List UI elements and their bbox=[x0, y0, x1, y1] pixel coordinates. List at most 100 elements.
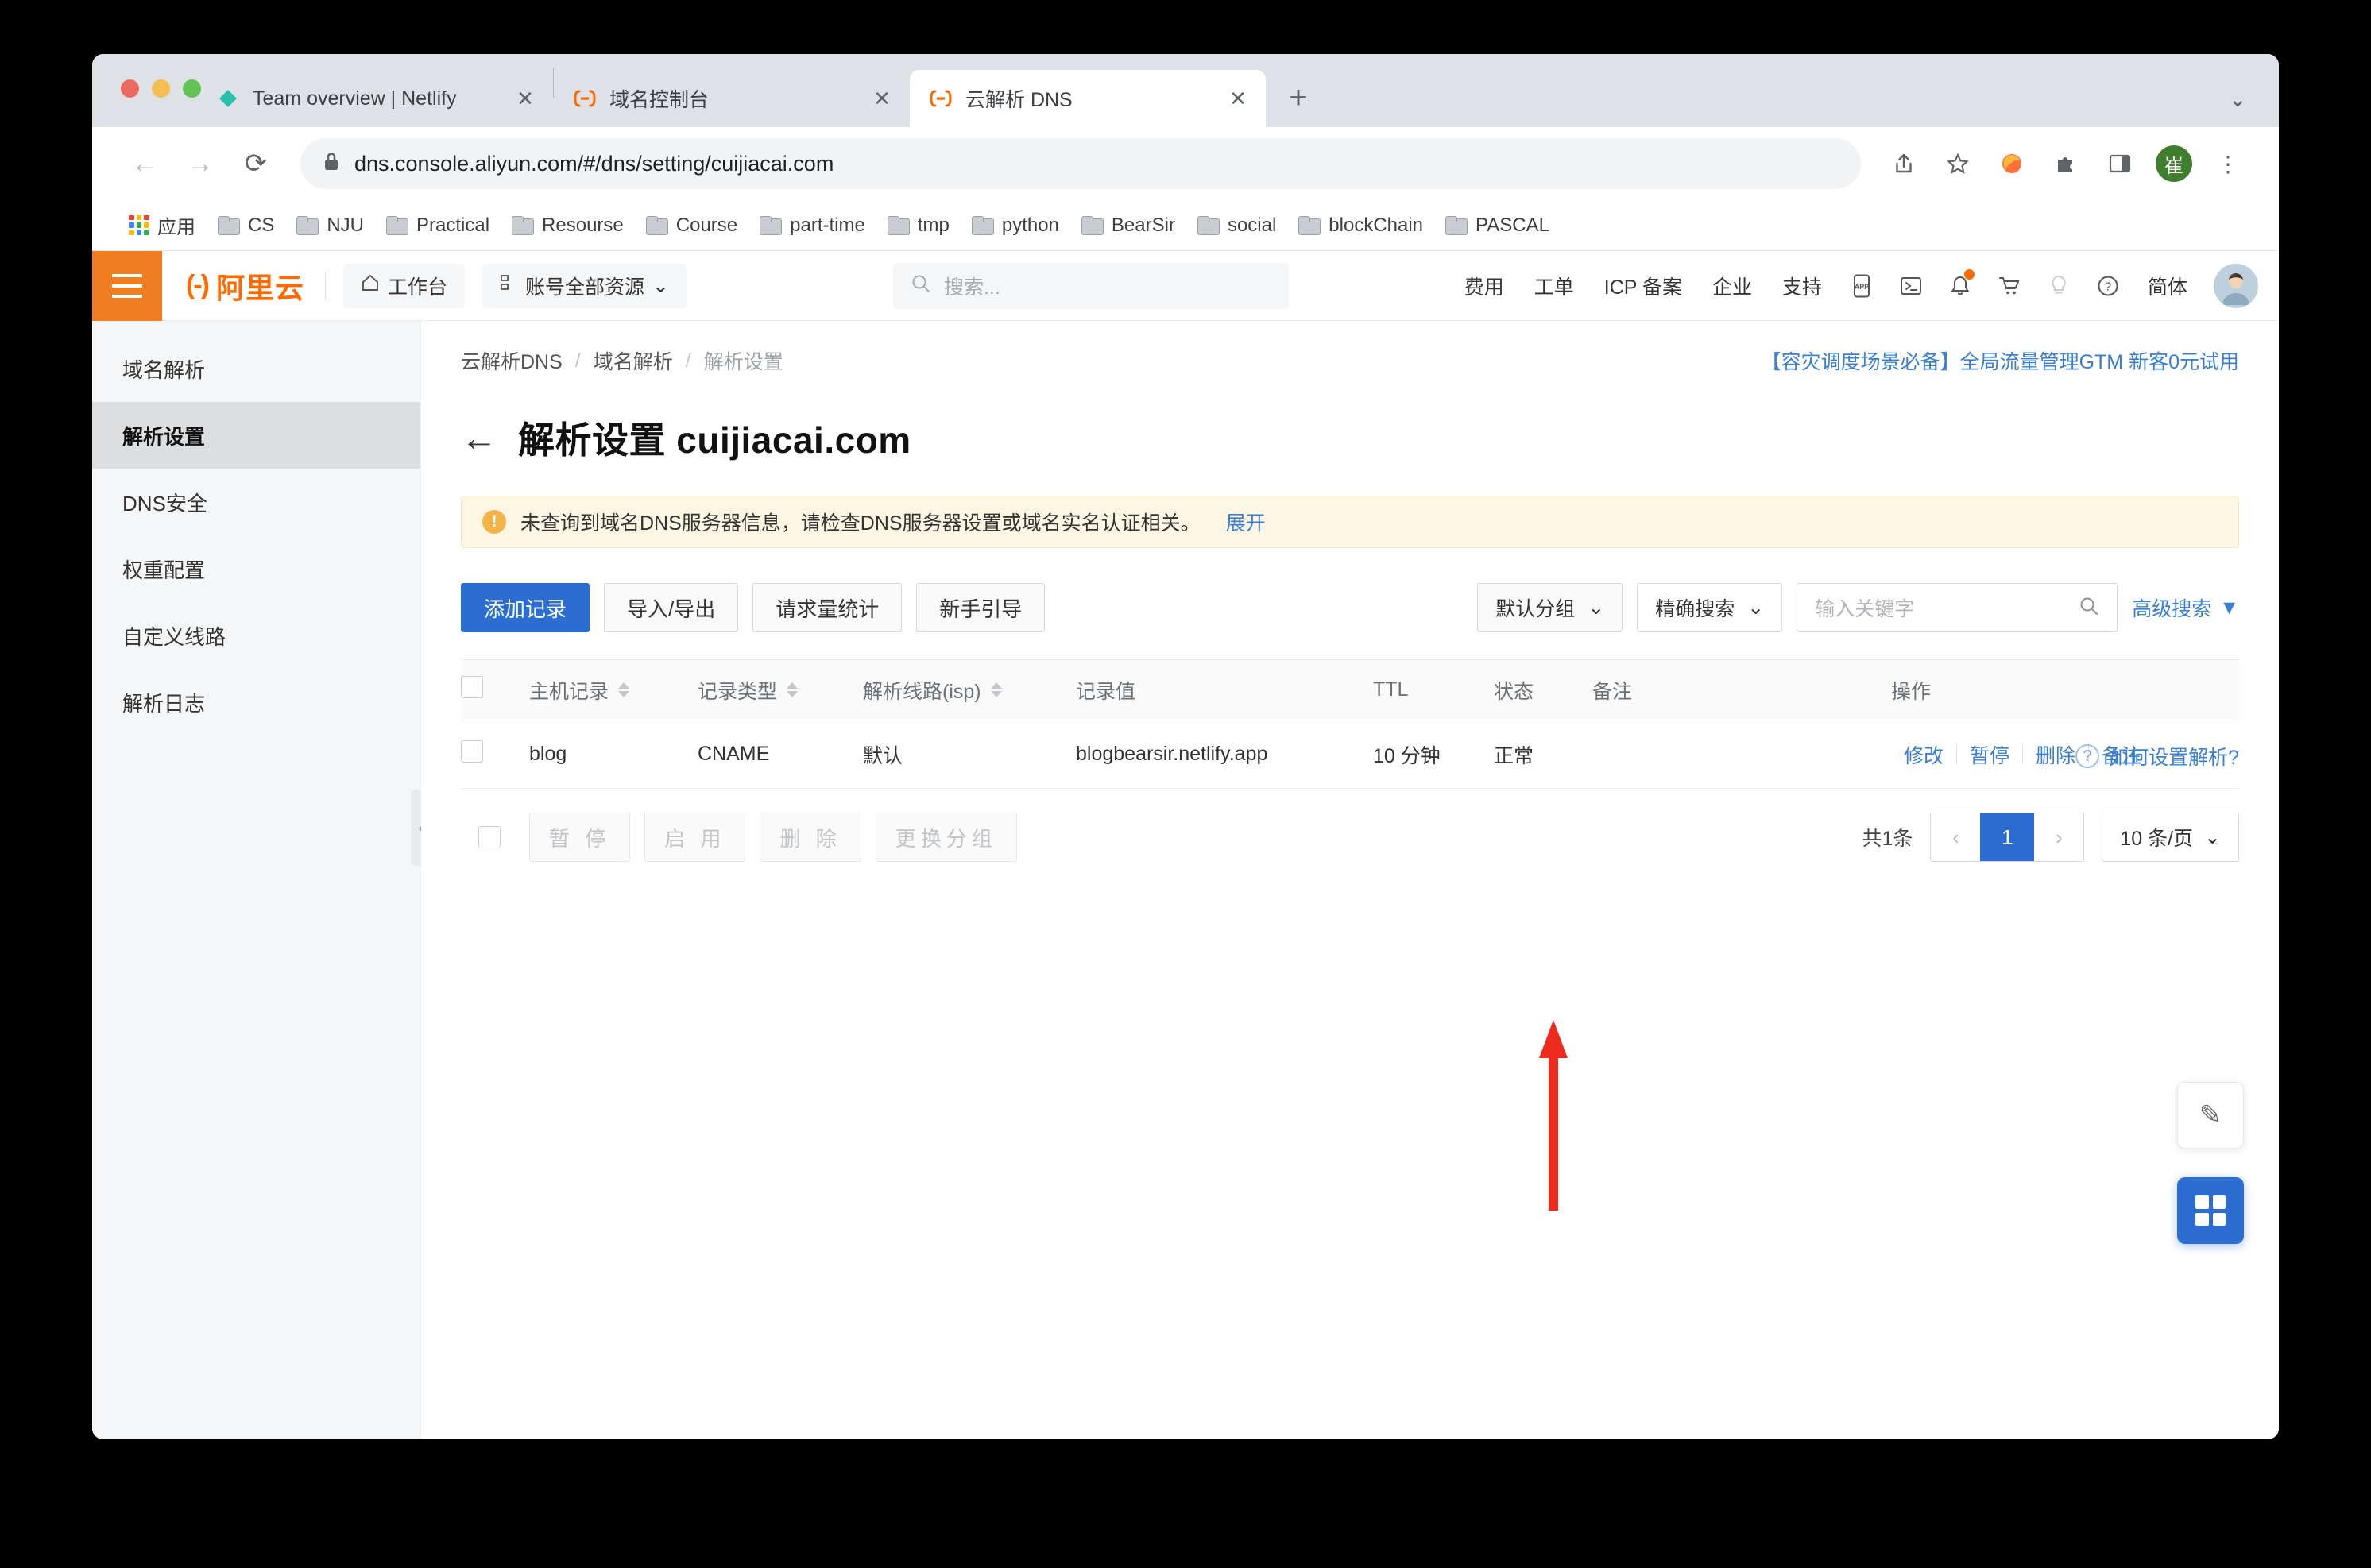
sort-icon[interactable] bbox=[787, 682, 798, 697]
bookmark-social[interactable]: social bbox=[1188, 208, 1286, 243]
search-icon[interactable] bbox=[2079, 596, 2099, 620]
bookmark-blockchain[interactable]: blockChain bbox=[1289, 208, 1433, 243]
bookmark-resourse[interactable]: Resourse bbox=[502, 208, 633, 243]
group-select[interactable]: 默认分组 ⌄ bbox=[1477, 583, 1623, 632]
sidebar-icon[interactable] bbox=[2096, 140, 2144, 187]
puzzle-icon[interactable] bbox=[2042, 140, 2090, 187]
star-icon[interactable] bbox=[1934, 140, 1982, 187]
close-window-button[interactable] bbox=[121, 79, 139, 98]
bookmark-tmp[interactable]: tmp bbox=[878, 208, 959, 243]
sidebar-item-custom-line[interactable]: 自定义线路 bbox=[92, 602, 420, 669]
address-bar[interactable]: dns.console.aliyun.com/#/dns/setting/cui… bbox=[300, 138, 1861, 189]
sidebar-item-weight-config[interactable]: 权重配置 bbox=[92, 535, 420, 602]
help-icon[interactable]: ? bbox=[2083, 261, 2133, 311]
forward-button[interactable]: → bbox=[175, 138, 226, 189]
minimize-window-button[interactable] bbox=[152, 79, 170, 98]
how-to-configure-link[interactable]: ? 如何设置解析? bbox=[2075, 742, 2239, 770]
keyword-search-input[interactable]: 输入关键字 bbox=[1797, 583, 2118, 632]
bulk-delete-button[interactable]: 删 除 bbox=[760, 813, 861, 862]
bookmark-python[interactable]: python bbox=[962, 208, 1069, 243]
firefox-extension-icon[interactable] bbox=[1988, 140, 2036, 187]
reload-button[interactable]: ⟳ bbox=[230, 138, 281, 189]
all-resources-dropdown[interactable]: 账号全部资源 ⌄ bbox=[482, 264, 687, 308]
request-stats-button[interactable]: 请求量统计 bbox=[752, 583, 902, 632]
bulk-pause-button[interactable]: 暂 停 bbox=[529, 813, 630, 862]
bookmark-course[interactable]: Course bbox=[636, 208, 747, 243]
cart-icon[interactable] bbox=[1985, 261, 2034, 311]
menu-toggle-button[interactable] bbox=[92, 251, 162, 321]
bulk-change-group-button[interactable]: 更换分组 bbox=[876, 813, 1017, 862]
edit-record-link[interactable]: 修改 bbox=[1891, 740, 1956, 769]
user-avatar[interactable] bbox=[2214, 264, 2258, 308]
sidebar-item-resolution-settings[interactable]: 解析设置 bbox=[92, 402, 420, 469]
sort-icon[interactable] bbox=[991, 682, 1002, 697]
bookmark-nju[interactable]: NJU bbox=[287, 208, 373, 243]
import-export-button[interactable]: 导入/导出 bbox=[604, 583, 738, 632]
bookmark-label: tmp bbox=[918, 214, 950, 237]
header-link-ticket[interactable]: 工单 bbox=[1519, 272, 1589, 300]
language-switcher[interactable]: 简体 bbox=[2133, 272, 2203, 300]
window-traffic-lights[interactable] bbox=[121, 79, 201, 98]
bookmark-bearsir[interactable]: BearSir bbox=[1072, 208, 1185, 243]
global-search-input[interactable]: 搜索... bbox=[893, 263, 1289, 309]
pause-record-link[interactable]: 暂停 bbox=[1957, 740, 2022, 769]
next-page-button[interactable]: › bbox=[2034, 813, 2083, 861]
browser-tab-dns-console[interactable]: 云解析 DNS ✕ bbox=[910, 70, 1266, 127]
sidebar-item-dns-security[interactable]: DNS安全 bbox=[92, 469, 420, 535]
close-tab-icon[interactable]: ✕ bbox=[867, 83, 897, 114]
browser-tab-netlify[interactable]: Team overview | Netlify ✕ bbox=[197, 70, 553, 127]
sidebar-item-domain-resolution[interactable]: 域名解析 bbox=[92, 335, 420, 402]
back-button[interactable]: ← bbox=[119, 138, 170, 189]
bookmark-cs[interactable]: CS bbox=[208, 208, 284, 243]
browser-menu-icon[interactable]: ⋮ bbox=[2204, 140, 2252, 187]
page-size-select[interactable]: 10 条/页 ⌄ bbox=[2102, 813, 2239, 862]
console-sidebar: 域名解析 解析设置 DNS安全 权重配置 自定义线路 解析日志 ‹ bbox=[92, 321, 421, 1439]
header-link-fee[interactable]: 费用 bbox=[1449, 272, 1519, 300]
expand-link[interactable]: 展开 bbox=[1226, 508, 1266, 536]
workbench-button[interactable]: 工作台 bbox=[343, 264, 465, 308]
col-value-label: 记录值 bbox=[1076, 681, 1135, 703]
bulk-select-checkbox[interactable] bbox=[478, 826, 501, 848]
table-row[interactable]: blog CNAME 默认 blogbearsir.netlify.app 10… bbox=[461, 720, 2239, 789]
bulk-enable-button[interactable]: 启 用 bbox=[644, 813, 745, 862]
console-body: 域名解析 解析设置 DNS安全 权重配置 自定义线路 解析日志 ‹ bbox=[92, 321, 2279, 1439]
match-mode-select[interactable]: 精确搜索 ⌄ bbox=[1637, 583, 1782, 632]
prev-page-button[interactable]: ‹ bbox=[1931, 813, 1980, 861]
bookmark-pascal[interactable]: PASCAL bbox=[1436, 208, 1559, 243]
header-link-enterprise[interactable]: 企业 bbox=[1697, 272, 1767, 300]
back-arrow-icon[interactable]: ← bbox=[461, 419, 497, 456]
close-tab-icon[interactable]: ✕ bbox=[510, 83, 540, 114]
select-all-checkbox[interactable] bbox=[461, 676, 483, 698]
breadcrumb-domain-resolution[interactable]: 域名解析 bbox=[594, 346, 673, 375]
col-host[interactable]: 主机记录 bbox=[529, 660, 698, 720]
profile-avatar[interactable]: 崔 bbox=[2150, 140, 2198, 187]
share-icon[interactable] bbox=[1880, 140, 1928, 187]
header-link-support[interactable]: 支持 bbox=[1767, 272, 1837, 300]
sidebar-item-resolution-log[interactable]: 解析日志 bbox=[92, 669, 420, 736]
col-line[interactable]: 解析线路(isp) bbox=[863, 660, 1076, 720]
add-record-button[interactable]: 添加记录 bbox=[461, 583, 590, 632]
chevron-down-icon[interactable]: ⌄ bbox=[2229, 86, 2247, 112]
bell-icon[interactable] bbox=[1936, 261, 1985, 311]
new-tab-button[interactable]: + bbox=[1275, 75, 1321, 121]
bookmark-part-time[interactable]: part-time bbox=[750, 208, 875, 243]
header-link-icp[interactable]: ICP 备案 bbox=[1589, 272, 1697, 300]
bookmark-apps[interactable]: 应用 bbox=[119, 205, 205, 245]
page-number-1[interactable]: 1 bbox=[1980, 813, 2034, 861]
sort-icon[interactable] bbox=[618, 682, 629, 697]
breadcrumb-root[interactable]: 云解析DNS bbox=[461, 346, 563, 375]
feedback-pencil-button[interactable]: ✎ bbox=[2177, 1082, 2244, 1149]
promo-banner-link[interactable]: 【容灾调度场景必备】全局流量管理GTM 新客0元试用 bbox=[1762, 346, 2239, 375]
app-icon[interactable]: APP bbox=[1837, 261, 1886, 311]
aliyun-logo[interactable]: (-) 阿里云 bbox=[162, 265, 325, 307]
col-type[interactable]: 记录类型 bbox=[698, 660, 863, 720]
browser-tab-domain-console[interactable]: 域名控制台 ✕ bbox=[554, 70, 910, 127]
bookmark-practical[interactable]: Practical bbox=[377, 208, 499, 243]
advanced-search-toggle[interactable]: 高级搜索 ▼ bbox=[2132, 593, 2239, 622]
cloudshell-icon[interactable] bbox=[1886, 261, 1936, 311]
bulb-icon[interactable] bbox=[2034, 261, 2083, 311]
close-tab-icon[interactable]: ✕ bbox=[1223, 83, 1253, 114]
beginner-guide-button[interactable]: 新手引导 bbox=[916, 583, 1045, 632]
quick-apps-button[interactable] bbox=[2177, 1177, 2244, 1244]
row-checkbox[interactable] bbox=[461, 740, 483, 763]
